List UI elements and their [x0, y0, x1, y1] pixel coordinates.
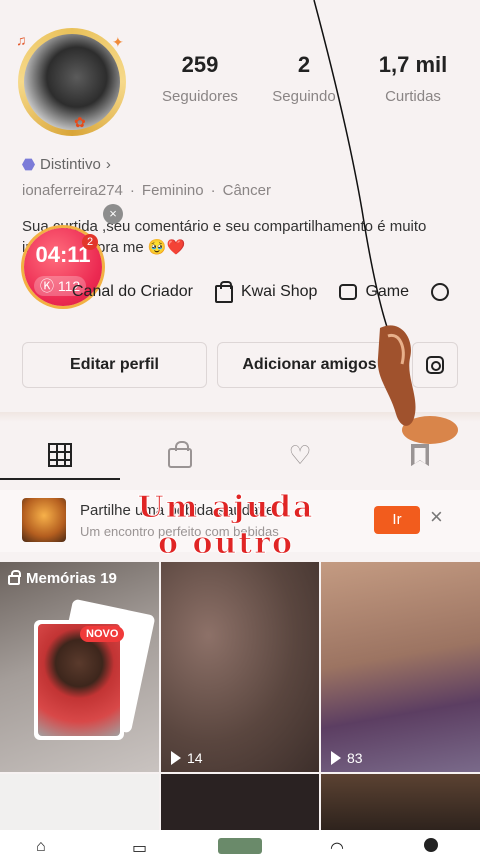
bookmark-icon: [411, 444, 429, 466]
promo-go-button[interactable]: Ir: [374, 506, 420, 534]
followers-count: 259: [181, 52, 219, 77]
promo-thumbnail: [22, 498, 66, 542]
game-label: Game: [365, 283, 410, 300]
view-count: 14: [171, 750, 203, 766]
tab-private[interactable]: [120, 430, 240, 480]
gender: Feminino: [141, 182, 204, 199]
game-link[interactable]: Game: [339, 280, 409, 304]
following-label: Seguindo: [272, 88, 336, 105]
play-icon: [171, 751, 181, 765]
timer-notification-badge: 2: [82, 234, 98, 250]
heart-icon: ♡: [288, 440, 312, 470]
profile-icon[interactable]: [424, 838, 438, 852]
hexagon-badge-icon: [22, 158, 35, 171]
play-icon: [331, 751, 341, 765]
profile-avatar[interactable]: ♫ ✦ ✿: [14, 28, 130, 136]
home-icon[interactable]: ⌂: [36, 838, 46, 854]
flower-icon: ✿: [74, 114, 86, 130]
likes-count: 1,7 mil: [378, 52, 448, 77]
profile-stats: 259 Seguidores 2 Seguindo 1,7 mil Curtid…: [150, 52, 470, 105]
badge-link[interactable]: Distintivo ›: [22, 156, 111, 173]
likes-label: Curtidas: [385, 88, 441, 105]
timer-close-button[interactable]: ×: [103, 204, 123, 224]
tab-grid[interactable]: [0, 430, 120, 480]
memories-tile[interactable]: Memórias 19 NOVO: [0, 562, 159, 772]
more-link[interactable]: [431, 280, 450, 304]
badge-label: Distintivo: [40, 156, 101, 173]
bottom-nav: ⌂ ▭ ◠: [0, 830, 480, 854]
shopping-bag-icon: [214, 281, 233, 303]
avatar-frame: [18, 28, 126, 136]
sparkle-icon: ✦: [112, 34, 124, 50]
zodiac-sign: Câncer: [222, 182, 271, 199]
quick-links: Canal do Criador Kwai Shop Game: [22, 280, 480, 304]
video-tile[interactable]: 14: [161, 562, 319, 772]
new-badge: NOVO: [80, 626, 125, 642]
create-icon[interactable]: [218, 838, 262, 854]
creator-channel-link[interactable]: Canal do Criador: [72, 280, 193, 304]
kwai-shop-link[interactable]: Kwai Shop: [214, 280, 318, 304]
content-tabs: ♡: [0, 430, 480, 480]
gamepad-icon: [339, 284, 358, 300]
section-divider: [0, 412, 480, 422]
username: ionaferreira274: [22, 182, 123, 199]
followers-label: Seguidores: [162, 88, 238, 105]
edit-profile-button[interactable]: Editar perfil: [22, 342, 207, 388]
grid-icon: [48, 443, 72, 467]
following-stat[interactable]: 2 Seguindo: [250, 52, 358, 105]
add-friends-button[interactable]: Adicionar amigos: [217, 342, 402, 388]
music-note-icon: ♫: [16, 32, 27, 48]
video-tile[interactable]: [0, 774, 159, 830]
view-count: 83: [331, 750, 363, 766]
creator-channel-label: Canal do Criador: [72, 283, 193, 300]
overlay-caption-line1: Um ajuda: [137, 490, 315, 526]
lock-icon: [8, 570, 21, 585]
likes-stat[interactable]: 1,7 mil Curtidas: [358, 52, 468, 105]
tab-saved[interactable]: [360, 430, 480, 480]
following-count: 2: [297, 52, 311, 77]
more-icon: [431, 283, 450, 301]
overlay-caption-line2: o outro: [158, 526, 294, 562]
video-tile[interactable]: 83: [321, 562, 480, 772]
tab-likes[interactable]: ♡: [240, 430, 360, 480]
chevron-right-icon: ›: [105, 156, 111, 173]
followers-stat[interactable]: 259 Seguidores: [150, 52, 250, 105]
video-tile[interactable]: [321, 774, 480, 830]
gamepad-icon[interactable]: ▭: [132, 838, 147, 854]
bell-icon[interactable]: ◠: [330, 838, 344, 854]
lock-icon: [168, 441, 192, 468]
kwai-shop-label: Kwai Shop: [240, 283, 318, 300]
instagram-button[interactable]: [412, 342, 458, 388]
instagram-icon: [426, 356, 444, 374]
profile-meta: ionaferreira274 · Feminino · Câncer: [22, 182, 271, 199]
video-tile[interactable]: [161, 774, 319, 830]
promo-close-icon[interactable]: ×: [430, 504, 443, 530]
active-tab-indicator: [0, 478, 120, 480]
memories-label: Memórias 19: [8, 570, 117, 587]
avatar-image: [24, 34, 120, 130]
